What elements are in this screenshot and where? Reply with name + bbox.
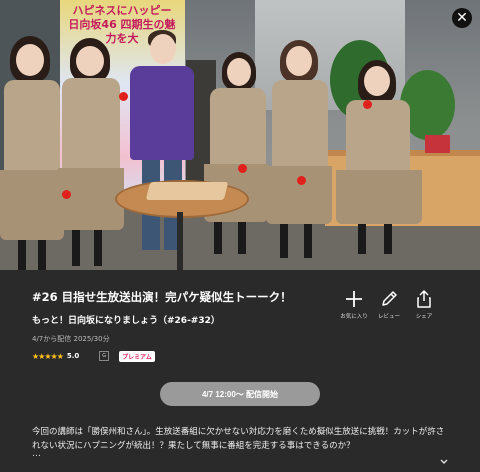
review-button[interactable]: レビュー [369, 288, 409, 320]
release-meta: 4/7から配信 2025/30分 [32, 335, 110, 343]
ball [238, 164, 247, 173]
favorite-button[interactable]: お気に入り [334, 288, 374, 320]
series-subtitle[interactable]: もっと！日向坂になりましょう（#26-#32） [32, 313, 220, 326]
pencil-icon [369, 288, 409, 310]
ball [363, 100, 372, 109]
close-icon: ✕ [456, 10, 468, 26]
rating-value: 5.0 [66, 352, 80, 360]
premium-badge: プレミアム [119, 350, 155, 362]
episode-description: 今回の講師は「勝俣州和さん」。生放送番組に欠かせない対応力を磨くため擬似生放送に… [32, 427, 445, 451]
hero-image[interactable]: ハピネスにハッピー 日向坂46 四期生の魅力を大 [0, 0, 480, 270]
share-icon [404, 288, 444, 310]
rating-row: ★★★★★ 5.0 G プレミアム [32, 350, 155, 362]
chevron-down-icon[interactable] [439, 451, 449, 470]
red-box [425, 135, 450, 153]
start-streaming-button[interactable]: 4/7 12:00〜 配信開始 [160, 382, 320, 406]
tray [145, 182, 229, 200]
review-label: レビュー [377, 314, 400, 320]
ball [297, 176, 306, 185]
close-button[interactable]: ✕ [452, 8, 472, 28]
star-rating-icon: ★★★★★ [32, 351, 64, 361]
plus-icon [334, 288, 374, 310]
episode-title: #26 目指せ生放送出演！完パケ疑似生トーーク！ [32, 290, 292, 304]
ellipsis: … [32, 449, 41, 459]
share-label: シェア [415, 314, 433, 320]
ball [62, 190, 71, 199]
table-pole [177, 212, 183, 270]
share-button[interactable]: シェア [404, 288, 444, 320]
favorite-label: お気に入り [340, 314, 368, 320]
age-rating-badge: G [99, 351, 110, 361]
ball [119, 92, 128, 101]
